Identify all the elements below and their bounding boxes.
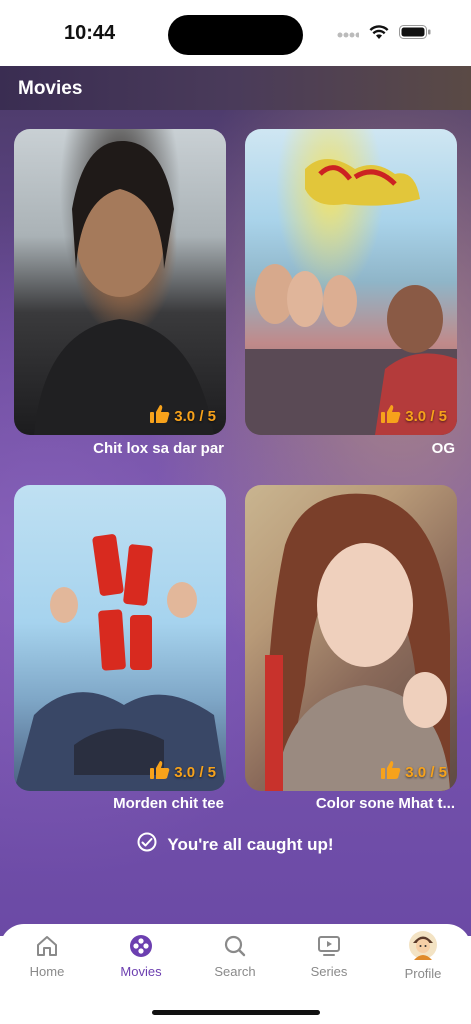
movie-poster	[245, 129, 457, 435]
movie-title[interactable]: Chit lox sa dar par	[14, 440, 226, 457]
movies-screen: Movies 3.0 / 5 Chit lox sa dar par 3.0 /…	[0, 66, 471, 936]
rating-value: 3.0 / 5	[405, 763, 447, 781]
rating-value: 3.0 / 5	[174, 763, 216, 781]
caught-up-message: You're all caught up!	[0, 832, 471, 857]
tab-label: Search	[214, 964, 256, 979]
tab-series[interactable]: Series	[289, 934, 369, 979]
page-title: Movies	[18, 78, 83, 99]
movie-title[interactable]: Color sone Mhat t...	[245, 795, 457, 812]
top-bar: Movies	[0, 66, 471, 110]
movie-card[interactable]: 3.0 / 5	[14, 485, 226, 791]
tab-label: Series	[310, 964, 348, 979]
home-icon	[7, 934, 87, 958]
tab-label: Movies	[120, 964, 162, 979]
check-circle-icon	[137, 832, 157, 857]
thumbs-up-icon	[150, 761, 170, 783]
tab-profile[interactable]: Profile	[383, 930, 463, 981]
movie-card[interactable]: 3.0 / 5	[14, 129, 226, 435]
thumbs-up-icon	[150, 405, 170, 427]
rating-value: 3.0 / 5	[174, 407, 216, 425]
search-icon	[195, 934, 275, 958]
battery-icon	[399, 25, 431, 44]
thumbs-up-icon	[381, 761, 401, 783]
movie-title[interactable]: OG	[245, 440, 457, 457]
rating-badge: 3.0 / 5	[150, 405, 216, 427]
rating-badge: 3.0 / 5	[381, 761, 447, 783]
status-icons	[337, 24, 431, 45]
avatar-icon	[383, 930, 463, 960]
thumbs-up-icon	[381, 405, 401, 427]
rating-badge: 3.0 / 5	[150, 761, 216, 783]
film-reel-icon	[101, 934, 181, 958]
dynamic-island	[168, 15, 303, 55]
movie-title[interactable]: Morden chit tee	[14, 795, 226, 812]
rating-badge: 3.0 / 5	[381, 405, 447, 427]
status-time: 10:44	[64, 22, 116, 44]
caught-up-text: You're all caught up!	[167, 834, 334, 854]
tv-play-icon	[289, 934, 369, 958]
tab-bar: Home Movies Search Series Profile	[0, 924, 471, 1024]
status-bar: 10:44	[0, 0, 471, 66]
rating-value: 3.0 / 5	[405, 407, 447, 425]
tab-home[interactable]: Home	[7, 934, 87, 979]
movie-poster	[14, 129, 226, 435]
signal-icon	[337, 26, 361, 44]
movie-poster	[14, 485, 226, 791]
tab-movies[interactable]: Movies	[101, 934, 181, 979]
tab-label: Profile	[404, 966, 442, 981]
tab-label: Home	[29, 964, 65, 979]
wifi-icon	[369, 24, 389, 45]
movie-poster	[245, 485, 457, 791]
home-indicator	[152, 1010, 320, 1015]
movie-card[interactable]: 3.0 / 5	[245, 485, 457, 791]
movie-card[interactable]: 3.0 / 5	[245, 129, 457, 435]
tab-search[interactable]: Search	[195, 934, 275, 979]
